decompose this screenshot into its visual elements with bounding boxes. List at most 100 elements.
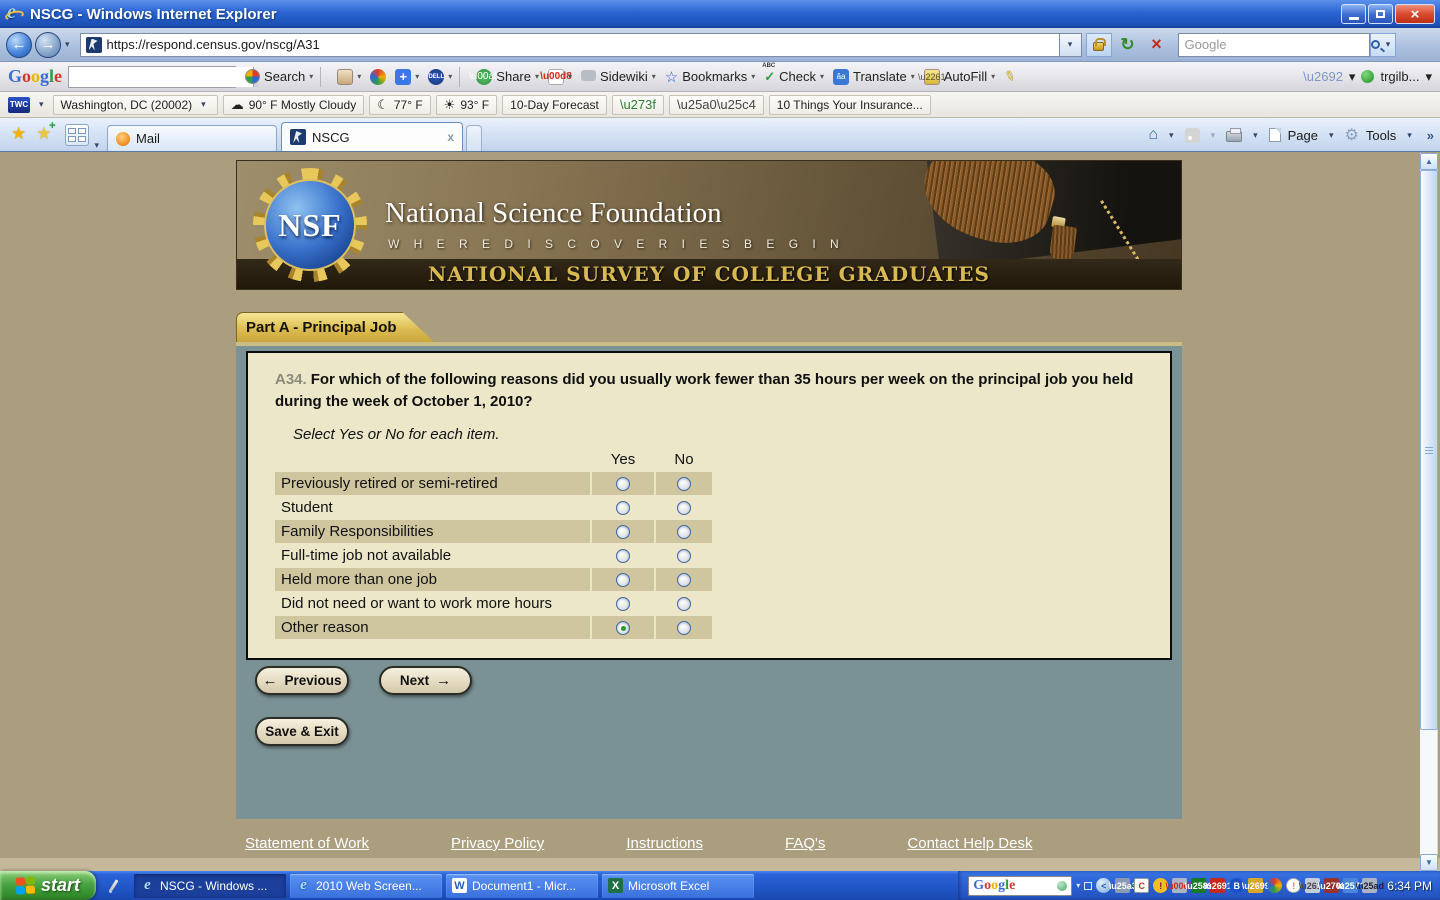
- news-button[interactable]: ▾: [337, 68, 361, 85]
- no-radio[interactable]: [677, 572, 691, 587]
- display-settings-icon[interactable]: \u25a3: [1109, 878, 1137, 893]
- refresh-button[interactable]: ↻: [1115, 33, 1141, 57]
- page-menu[interactable]: Page: [1288, 128, 1318, 143]
- next-button[interactable]: Next →: [379, 666, 472, 695]
- weather-map-button[interactable]: \u273f: [611, 94, 664, 115]
- autofill-button[interactable]: \u2261 AutoFill ▾: [918, 68, 995, 85]
- back-button[interactable]: ←: [6, 31, 32, 58]
- yes-radio[interactable]: [616, 548, 630, 563]
- scrollbar-thumb[interactable]: [1420, 170, 1438, 730]
- minimize-button[interactable]: [1341, 4, 1366, 24]
- quick-launch[interactable]: [96, 878, 130, 893]
- high-temp[interactable]: ☀ 93° F: [435, 94, 498, 115]
- vertical-scrollbar[interactable]: ▲ ▼: [1420, 153, 1438, 871]
- favorites-center-button[interactable]: ★: [11, 124, 26, 144]
- monitor-tray-icon[interactable]: \u25ad: [1356, 878, 1384, 893]
- task-nscg[interactable]: e NSCG - Windows ...: [134, 873, 286, 898]
- no-radio[interactable]: [677, 620, 691, 635]
- share-button[interactable]: \u00ab Share ▾: [469, 68, 539, 85]
- news-headline-link[interactable]: 10 Things Your Insurance...: [768, 94, 931, 115]
- print-button[interactable]: [1226, 128, 1243, 142]
- tab-mail[interactable]: Mail: [107, 125, 278, 151]
- google-logo: Google: [8, 66, 63, 86]
- no-radio[interactable]: [677, 524, 691, 539]
- stop-button[interactable]: ×: [1144, 33, 1170, 57]
- close-tab-icon[interactable]: x: [421, 130, 454, 144]
- add-favorite-button[interactable]: ★: [36, 120, 56, 144]
- copyright-tray-icon[interactable]: C: [1134, 878, 1150, 893]
- sun-icon: ☀: [443, 96, 456, 112]
- instructions-link[interactable]: Instructions: [626, 835, 703, 852]
- ie-search-button[interactable]: ▾: [1369, 32, 1396, 57]
- toolbar-settings-icon[interactable]: \u2692: [1303, 69, 1343, 84]
- restore-button[interactable]: [1368, 4, 1393, 24]
- yes-radio[interactable]: [616, 500, 630, 515]
- address-dropdown[interactable]: ▾: [1059, 32, 1082, 57]
- yes-radio[interactable]: [616, 596, 630, 611]
- translate-button[interactable]: âa Translate ▾: [833, 68, 915, 85]
- low-temp[interactable]: ☾ 77° F: [369, 94, 431, 115]
- spellcheck-button[interactable]: ABC ✓ Check ▾: [762, 63, 824, 85]
- task-excel[interactable]: X Microsoft Excel: [602, 873, 754, 898]
- weather-location-selector[interactable]: Washington, DC (20002) ▾: [52, 94, 218, 115]
- security-lock-button[interactable]: [1085, 32, 1112, 57]
- contact-help-desk-link[interactable]: Contact Help Desk: [907, 835, 1032, 852]
- swirl-button[interactable]: [370, 68, 387, 85]
- tray-square-icon[interactable]: [1084, 881, 1093, 890]
- faqs-link[interactable]: FAQ's: [785, 835, 825, 852]
- address-field[interactable]: https://respond.census.gov/nscg/A31: [79, 32, 1060, 57]
- scroll-down-button[interactable]: ▼: [1420, 854, 1438, 871]
- highlighter-button[interactable]: ✎: [1002, 67, 1018, 86]
- no-radio[interactable]: [677, 548, 691, 563]
- task-web-screen[interactable]: e 2010 Web Screen...: [290, 873, 442, 898]
- rss-button[interactable]: [1184, 127, 1200, 143]
- yes-radio[interactable]: [616, 524, 630, 539]
- no-radio[interactable]: [677, 476, 691, 491]
- start-button[interactable]: start: [0, 871, 96, 900]
- account-name[interactable]: trgilb...: [1380, 69, 1419, 84]
- swirl-tray-icon[interactable]: [1267, 878, 1283, 893]
- history-dropdown-icon[interactable]: ▾: [65, 39, 70, 50]
- add-gadget-button[interactable]: + ▾: [395, 68, 419, 85]
- flag-icon[interactable]: \u2691: [1204, 878, 1232, 893]
- gold-app-icon[interactable]: \u2699: [1242, 878, 1270, 893]
- google-search-input[interactable]: [69, 66, 254, 87]
- google-search-button[interactable]: Search ▾: [245, 69, 313, 84]
- google-search-box[interactable]: ▾: [68, 65, 259, 88]
- tools-menu[interactable]: Tools: [1366, 128, 1396, 143]
- previous-button[interactable]: ← Previous: [255, 666, 349, 695]
- swirl-icon: [370, 68, 387, 85]
- no-radio[interactable]: [677, 596, 691, 611]
- privacy-policy-link[interactable]: Privacy Policy: [451, 835, 544, 852]
- close-button[interactable]: ×: [1395, 4, 1435, 24]
- weather-video-button[interactable]: \u25a0\u25c4: [669, 94, 764, 115]
- ten-day-forecast-button[interactable]: 10-Day Forecast: [502, 94, 607, 115]
- task-word-document[interactable]: W Document1 - Micr...: [446, 873, 598, 898]
- statement-of-work-link[interactable]: Statement of Work: [245, 835, 369, 852]
- popup-blocker-button[interactable]: \u00d8 ▾: [540, 68, 572, 85]
- table-row: Held more than one job: [275, 568, 1170, 591]
- tab-list-dropdown[interactable]: ▾: [95, 140, 100, 151]
- ie-search-input[interactable]: [1177, 32, 1370, 57]
- twc-logo[interactable]: TWC: [8, 96, 30, 113]
- no-radio[interactable]: [677, 500, 691, 515]
- bookmarks-button[interactable]: ☆ Bookmarks ▾: [665, 68, 756, 86]
- save-exit-button[interactable]: Save & Exit: [255, 717, 349, 746]
- forward-button[interactable]: →: [35, 31, 61, 58]
- yes-radio[interactable]: [616, 476, 630, 491]
- scroll-up-button[interactable]: ▲: [1420, 153, 1438, 170]
- tab-nscg[interactable]: NSCG x: [281, 122, 464, 151]
- dell-button[interactable]: DELL ▾: [428, 68, 452, 85]
- more-commands-button[interactable]: »: [1427, 128, 1434, 143]
- google-desktop-search[interactable]: Google: [968, 875, 1073, 896]
- sidewiki-button[interactable]: Sidewiki ▾: [581, 69, 656, 84]
- row-label: Did not need or want to work more hours: [281, 595, 552, 612]
- quick-tabs-button[interactable]: [64, 124, 89, 146]
- yes-radio[interactable]: [616, 572, 630, 587]
- row-label: Full-time job not available: [281, 547, 452, 564]
- yes-radio[interactable]: [616, 620, 630, 635]
- current-conditions[interactable]: ☁ 90° F Mostly Cloudy: [222, 94, 365, 115]
- home-button[interactable]: ⌂: [1148, 126, 1158, 144]
- tray-search-dropdown[interactable]: ▾: [1076, 881, 1080, 890]
- new-tab-stub[interactable]: [466, 125, 483, 151]
